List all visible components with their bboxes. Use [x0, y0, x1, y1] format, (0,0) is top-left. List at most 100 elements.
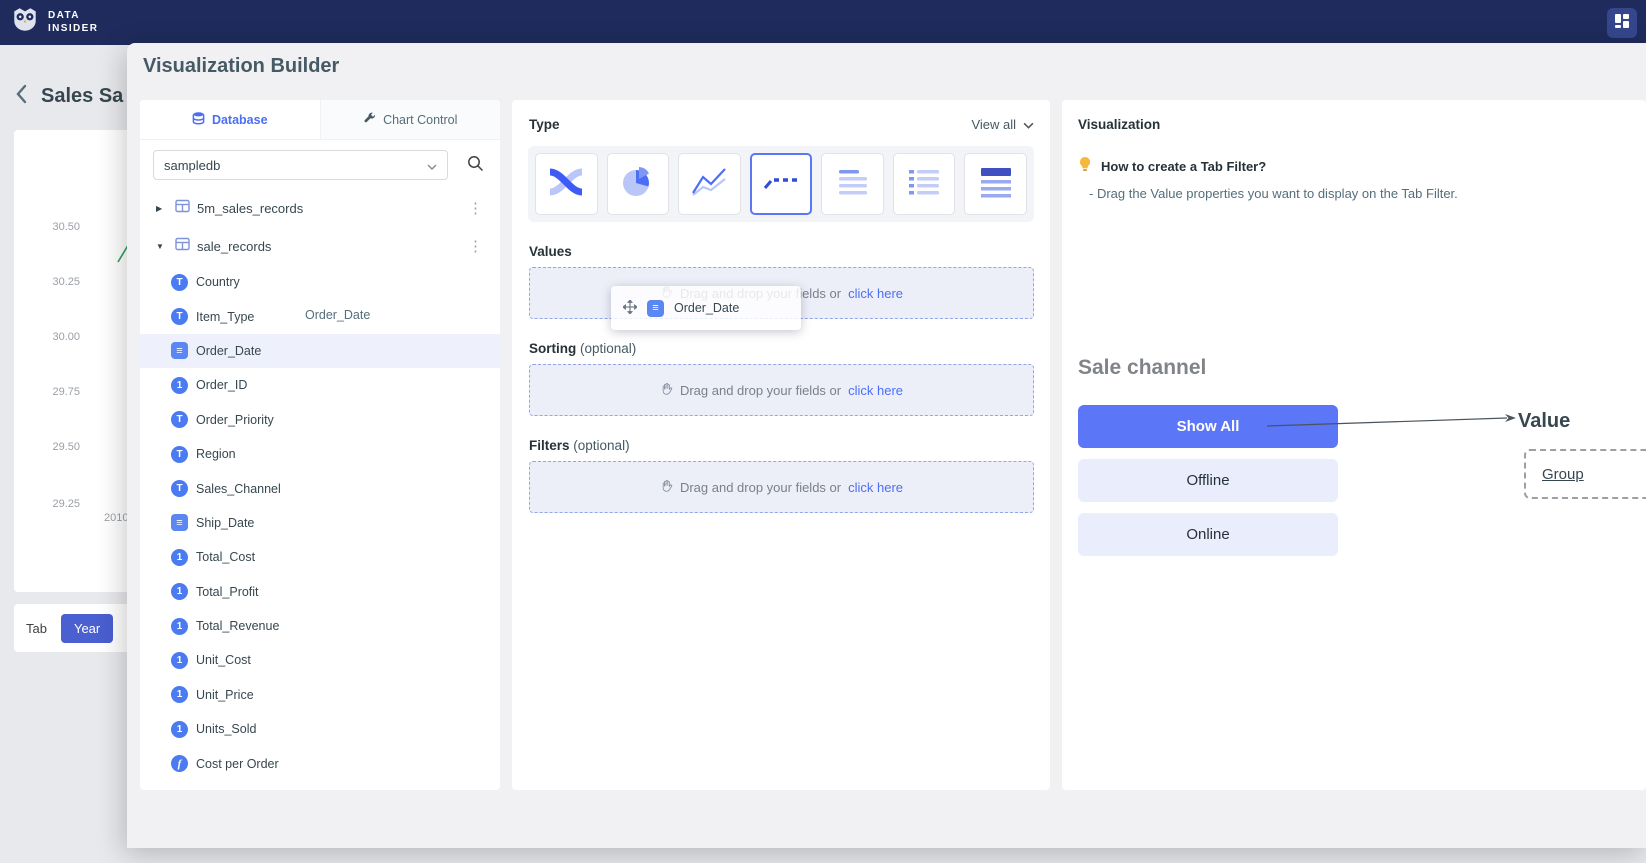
click-here-link[interactable]: click here: [848, 383, 903, 398]
panel-tabs: Database Chart Control: [140, 100, 500, 140]
chart-type-dashed-line[interactable]: [750, 153, 813, 215]
preview-button-online[interactable]: Online: [1078, 513, 1338, 556]
chart-type-sankey[interactable]: [535, 153, 598, 215]
kebab-menu-icon[interactable]: ⋮: [465, 237, 486, 255]
tab-database-label: Database: [212, 113, 268, 127]
chevron-down-icon: [427, 158, 437, 173]
field-row-order-id[interactable]: 1 Order_ID: [140, 368, 500, 402]
values-dropzone[interactable]: Drag and drop your fields or click here …: [529, 267, 1034, 319]
sorting-dropzone[interactable]: Drag and drop your fields or click here: [529, 364, 1034, 416]
dashboard-grid-button[interactable]: [1607, 8, 1637, 38]
top-navbar: DATA INSIDER: [0, 0, 1646, 45]
field-row-unit-cost[interactable]: 1 Unit_Cost: [140, 643, 500, 677]
field-label: Order_Date: [196, 344, 261, 358]
filter-tab-year[interactable]: Year: [61, 614, 113, 643]
list-icon: [834, 165, 872, 204]
field-row-item-type[interactable]: T Item_Type: [140, 299, 500, 333]
view-all-button[interactable]: View all: [971, 117, 1034, 132]
field-row-total-cost[interactable]: 1 Total_Cost: [140, 540, 500, 574]
field-row-order-date[interactable]: ≡ Order_Date: [140, 334, 500, 368]
date-field-icon: ≡: [171, 342, 188, 359]
drag-ghost-card: ≡ Order_Date: [611, 286, 801, 330]
field-row-region[interactable]: T Region: [140, 437, 500, 471]
text-field-icon: T: [171, 274, 188, 291]
lightbulb-icon: [1078, 156, 1092, 177]
field-label: Country: [196, 275, 240, 289]
field-label: Unit_Cost: [196, 653, 251, 667]
modal-title: Visualization Builder: [143, 55, 339, 78]
page-header: Sales Sa: [16, 84, 123, 109]
tip-row: How to create a Tab Filter?: [1078, 156, 1646, 177]
date-field-icon: ≡: [647, 300, 664, 317]
drag-ghost-label: Order_Date: [674, 301, 739, 315]
line-chart-icon: [690, 165, 728, 204]
date-field-icon: ≡: [171, 514, 188, 531]
filters-dropzone[interactable]: Drag and drop your fields or click here: [529, 461, 1034, 513]
search-icon[interactable]: [466, 154, 484, 177]
brand-name: DATA INSIDER: [48, 10, 98, 35]
chevron-down-icon: [1023, 117, 1034, 132]
visualization-builder-modal: Visualization Builder Order_Date Databas…: [127, 43, 1646, 848]
field-label: Total_Profit: [196, 585, 259, 599]
y-axis-label: 29.25: [34, 498, 80, 510]
field-row-order-priority[interactable]: T Order_Priority: [140, 403, 500, 437]
dropzone-text: Drag and drop your fields or: [680, 480, 841, 495]
chart-config-panel: Type View all: [512, 100, 1050, 790]
caret-collapsed-icon[interactable]: ▶: [156, 204, 168, 213]
x-axis-label: 2010: [104, 512, 128, 524]
visualization-header: Visualization: [1062, 100, 1646, 132]
field-row-total-revenue[interactable]: 1 Total_Revenue: [140, 609, 500, 643]
chart-type-bullet-list[interactable]: [893, 153, 956, 215]
field-row-total-profit[interactable]: 1 Total_Profit: [140, 575, 500, 609]
annotation-arrow: [1267, 412, 1519, 437]
owl-logo-icon: [10, 5, 40, 40]
values-section-label: Values: [529, 244, 1050, 259]
annotation-group-box[interactable]: Group: [1524, 449, 1646, 499]
number-field-icon: 1: [171, 549, 188, 566]
bullet-list-icon: [905, 165, 943, 204]
chart-type-table[interactable]: [964, 153, 1027, 215]
chart-type-pie[interactable]: [607, 153, 670, 215]
field-row-cost-per-order[interactable]: f Cost per Order: [140, 746, 500, 780]
database-select[interactable]: sampledb: [153, 150, 448, 180]
field-label: Total_Cost: [196, 550, 255, 564]
kebab-menu-icon[interactable]: ⋮: [465, 199, 486, 217]
sorting-section-label: Sorting (optional): [529, 341, 1050, 356]
field-row-ship-date[interactable]: ≡ Ship_Date: [140, 506, 500, 540]
tab-chart-control[interactable]: Chart Control: [320, 100, 501, 139]
tip-title: How to create a Tab Filter?: [1101, 159, 1266, 174]
brand-logo[interactable]: DATA INSIDER: [10, 5, 98, 40]
table-row-5m-sales-records[interactable]: ▶ 5m_sales_records ⋮: [140, 189, 500, 227]
tab-chart-control-label: Chart Control: [383, 113, 457, 127]
chart-type-line[interactable]: [678, 153, 741, 215]
table-row-sale-records[interactable]: ▼ sale_records ⋮: [140, 227, 500, 265]
caret-expanded-icon[interactable]: ▼: [156, 242, 168, 251]
field-label: Cost per Order: [196, 757, 279, 771]
field-row-units-sold[interactable]: 1 Units_Sold: [140, 712, 500, 746]
field-label: Item_Type: [196, 310, 254, 324]
click-here-link[interactable]: click here: [848, 480, 903, 495]
preview-button-offline[interactable]: Offline: [1078, 459, 1338, 502]
y-axis-label: 30.50: [34, 221, 80, 233]
move-icon: [623, 300, 637, 317]
chart-type-list[interactable]: [821, 153, 884, 215]
number-field-icon: 1: [171, 618, 188, 635]
back-button[interactable]: [16, 84, 28, 109]
field-label: Order_Priority: [196, 413, 274, 427]
filter-tab-label[interactable]: Tab: [26, 621, 47, 636]
grid-icon: [1614, 13, 1630, 34]
field-row-sales-channel[interactable]: T Sales_Channel: [140, 471, 500, 505]
field-tree: ▶ 5m_sales_records ⋮ ▼: [140, 189, 500, 781]
page-title: Sales Sa: [41, 85, 123, 108]
tip-body: - Drag the Value properties you want to …: [1089, 186, 1646, 201]
drag-hand-icon: [660, 479, 673, 496]
field-row-country[interactable]: T Country: [140, 265, 500, 299]
database-select-value: sampledb: [164, 158, 220, 173]
text-field-icon: T: [171, 308, 188, 325]
click-here-link[interactable]: click here: [848, 286, 903, 301]
field-label: Sales_Channel: [196, 482, 281, 496]
tab-database[interactable]: Database: [140, 100, 320, 139]
field-row-unit-price[interactable]: 1 Unit_Price: [140, 678, 500, 712]
table-chart-icon: [977, 165, 1015, 204]
filters-section-label: Filters (optional): [529, 438, 1050, 453]
